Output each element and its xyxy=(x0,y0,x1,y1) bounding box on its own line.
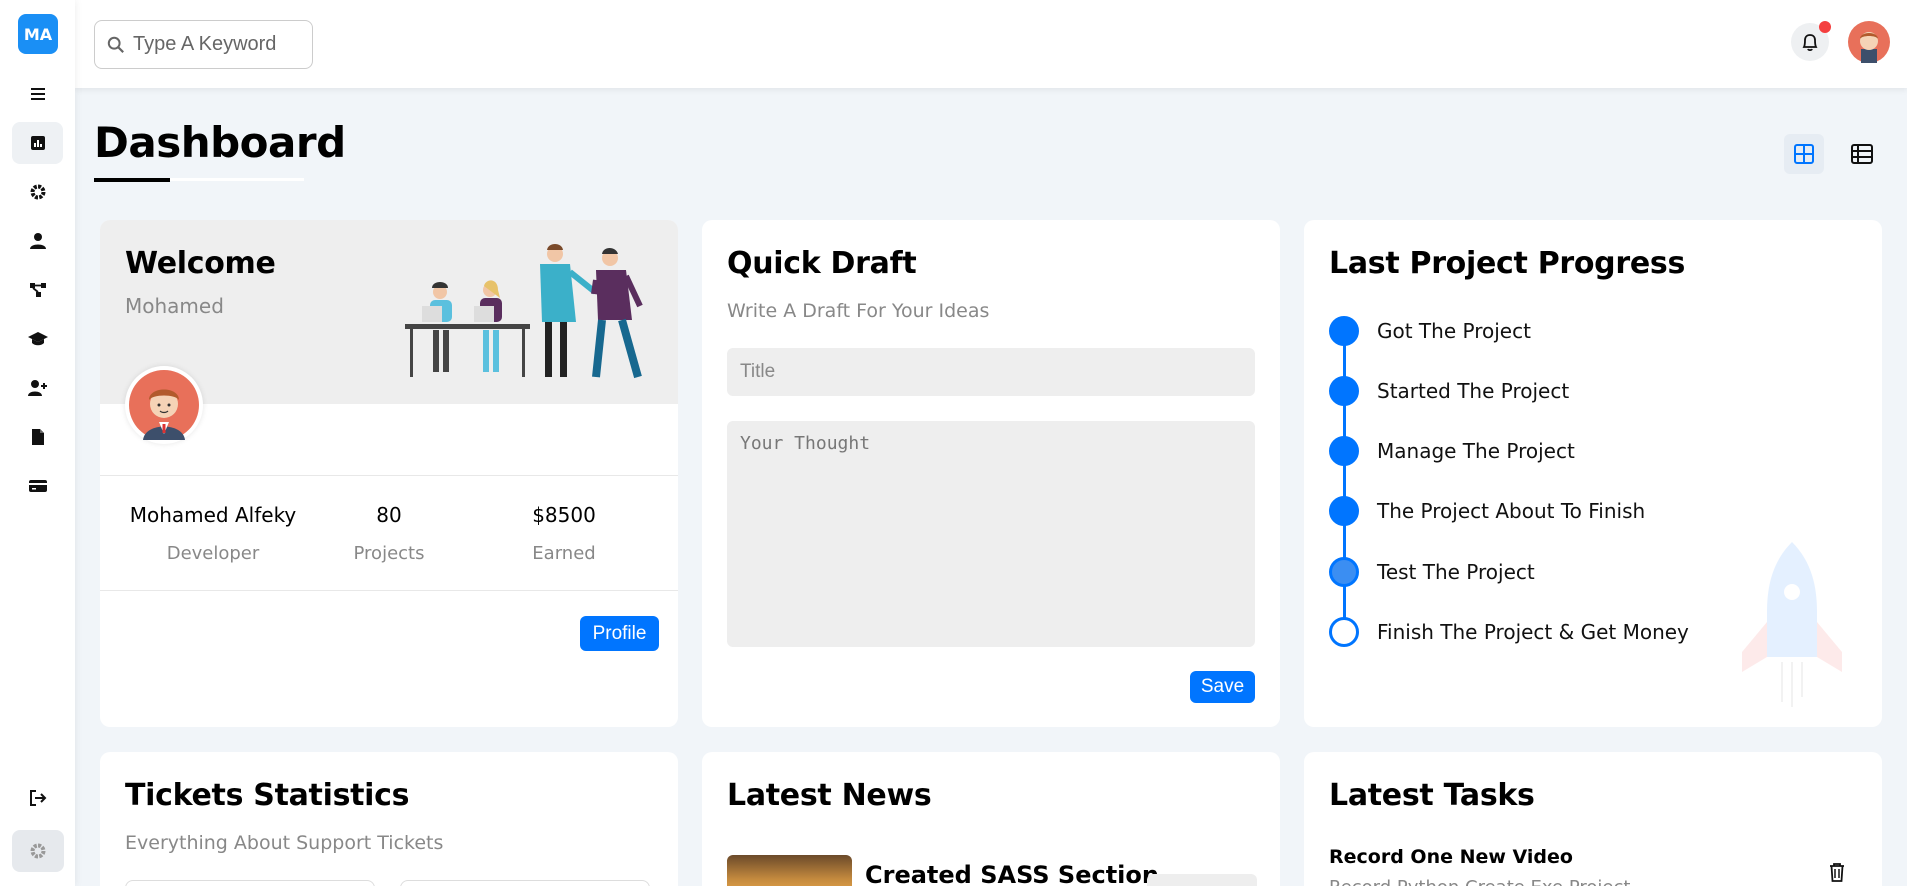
list-icon xyxy=(1851,144,1873,164)
welcome-title: Welcome xyxy=(125,246,276,281)
tickets-subtitle: Everything About Support Tickets xyxy=(125,832,444,854)
draft-thought-textarea[interactable] xyxy=(727,421,1255,647)
notifications-button[interactable] xyxy=(1791,21,1831,61)
notification-dot xyxy=(1819,21,1831,33)
step-label: Test The Project xyxy=(1377,560,1535,584)
grid-view-button[interactable] xyxy=(1784,134,1824,174)
add-user-icon xyxy=(27,380,47,396)
tasks-title: Latest Tasks xyxy=(1329,778,1535,813)
quick-draft-card: Quick Draft Write A Draft For Your Ideas… xyxy=(702,220,1280,727)
search-icon xyxy=(107,36,124,53)
trash-icon[interactable] xyxy=(1828,862,1846,882)
draft-title: Quick Draft xyxy=(727,246,917,281)
dashboard-icon xyxy=(30,136,45,150)
stat-name-label: Developer xyxy=(166,543,260,564)
sidebar-item-courses[interactable] xyxy=(12,318,63,360)
news-title: Latest News xyxy=(727,778,932,813)
search-box[interactable] xyxy=(94,20,313,69)
draft-subtitle: Write A Draft For Your Ideas xyxy=(727,300,990,322)
sidebar-item-profile[interactable] xyxy=(12,220,63,262)
avatar-icon xyxy=(129,370,199,440)
tickets-statistics-card: Tickets Statistics Everything About Supp… xyxy=(100,752,678,886)
timeline-step: The Project About To Finish xyxy=(1329,496,1645,526)
task-item-title: Record One New Video xyxy=(1329,846,1573,868)
sidebar-item-files[interactable] xyxy=(12,416,63,458)
menu-toggle-button[interactable] xyxy=(12,73,63,115)
save-button[interactable]: Save xyxy=(1190,671,1255,703)
progress-title: Last Project Progress xyxy=(1329,246,1686,281)
ticket-stat-box xyxy=(400,880,650,886)
project-progress-card: Last Project Progress Got The Project St… xyxy=(1304,220,1882,727)
stat-projects-value: 80 xyxy=(376,503,402,527)
projects-icon xyxy=(29,283,46,297)
page-title: Dashboard xyxy=(94,118,346,167)
timeline-step: Manage The Project xyxy=(1329,436,1575,466)
list-view-button[interactable] xyxy=(1842,134,1882,174)
logo[interactable]: MA xyxy=(18,14,58,54)
welcome-avatar xyxy=(125,366,203,444)
step-dot-current xyxy=(1329,557,1359,587)
profile-button[interactable]: Profile xyxy=(580,616,659,651)
stat-name-value: Mohamed Alfeky xyxy=(129,503,297,527)
step-dot-done xyxy=(1329,316,1359,346)
search-input[interactable] xyxy=(133,33,303,56)
stat-projects-label: Projects xyxy=(353,543,425,564)
news-date-badge xyxy=(1147,874,1257,886)
step-label: Finish The Project & Get Money xyxy=(1377,620,1689,644)
step-label: Got The Project xyxy=(1377,319,1531,343)
step-dot-done xyxy=(1329,436,1359,466)
floating-settings-button[interactable] xyxy=(12,830,64,872)
latest-tasks-card: Latest Tasks Record One New Video Record… xyxy=(1304,752,1882,886)
gear-icon xyxy=(30,843,46,859)
bell-icon xyxy=(1802,34,1818,52)
welcome-illustration-icon xyxy=(405,244,643,379)
logout-icon xyxy=(29,790,46,806)
top-header xyxy=(75,0,1907,88)
credit-card-icon xyxy=(28,480,47,492)
step-dot-pending xyxy=(1329,617,1359,647)
sidebar-item-settings[interactable] xyxy=(12,171,63,213)
user-avatar[interactable] xyxy=(1848,21,1890,63)
welcome-divider-top xyxy=(100,475,678,476)
grid-icon xyxy=(1794,144,1814,164)
graduation-cap-icon xyxy=(27,332,48,346)
rocket-icon xyxy=(1742,542,1842,707)
latest-news-card: Latest News Created SASS Section xyxy=(702,752,1280,886)
welcome-divider-bottom xyxy=(100,590,678,591)
timeline-step: Started The Project xyxy=(1329,376,1569,406)
sidebar-item-logout[interactable] xyxy=(12,777,63,819)
step-dot-done xyxy=(1329,496,1359,526)
sidebar-item-plans[interactable] xyxy=(12,465,63,507)
tickets-title: Tickets Statistics xyxy=(125,778,410,813)
draft-title-input[interactable] xyxy=(727,348,1255,396)
welcome-card: Welcome Mohamed Mohamed Alfeky Developer… xyxy=(100,220,678,727)
menu-icon xyxy=(30,88,45,100)
file-icon xyxy=(31,429,44,445)
profile-icon xyxy=(29,233,46,249)
sidebar-item-friends[interactable] xyxy=(12,367,63,409)
title-underline xyxy=(94,178,170,182)
welcome-name: Mohamed xyxy=(125,294,224,318)
step-label: The Project About To Finish xyxy=(1377,499,1646,523)
step-label: Started The Project xyxy=(1377,379,1570,403)
stat-earned-label: Earned xyxy=(532,543,596,564)
timeline-step: Finish The Project & Get Money xyxy=(1329,617,1689,647)
step-label: Manage The Project xyxy=(1377,439,1575,463)
task-item-subtitle: Record Python Create Exe Project xyxy=(1329,877,1630,886)
step-dot-done xyxy=(1329,376,1359,406)
ticket-stat-box xyxy=(125,880,375,886)
sidebar-item-dashboard[interactable] xyxy=(12,122,63,164)
sidebar: MA xyxy=(0,0,75,886)
settings-icon xyxy=(30,184,45,200)
sidebar-item-projects[interactable] xyxy=(12,269,63,311)
stat-earned-value: $8500 xyxy=(532,503,596,527)
timeline-step: Got The Project xyxy=(1329,316,1531,346)
news-item-title[interactable]: Created SASS Section xyxy=(865,861,1159,886)
news-thumbnail xyxy=(727,855,852,886)
timeline-step: Test The Project xyxy=(1329,557,1535,587)
